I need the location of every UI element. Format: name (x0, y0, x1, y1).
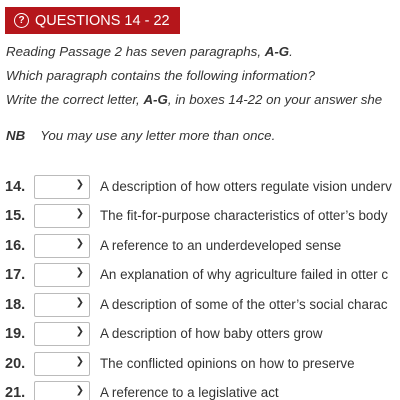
question-circle-icon: ? (14, 13, 29, 28)
chevron-down-icon: ❯ (75, 266, 84, 278)
question-number: 19. (5, 325, 26, 342)
question-number: 21. (5, 384, 26, 400)
question-row: 21. ❯ A reference to a legislative act (0, 380, 400, 400)
question-text: A description of how otters regulate vis… (100, 179, 392, 194)
instruction-line-3: Write the correct letter, A-G, in boxes … (6, 92, 383, 107)
question-number: 15. (5, 207, 26, 224)
instruction-line-1: Reading Passage 2 has seven paragraphs, … (6, 44, 293, 59)
answer-select[interactable]: ❯ (34, 292, 90, 317)
question-text: A reference to a legislative act (100, 385, 279, 400)
question-number: 20. (5, 355, 26, 372)
question-number: 14. (5, 178, 26, 195)
chevron-down-icon: ❯ (75, 384, 84, 396)
question-row: 20. ❯ The conflicted opinions on how to … (0, 351, 400, 376)
answer-select[interactable]: ❯ (34, 203, 90, 228)
question-number: 16. (5, 237, 26, 254)
question-row: 15. ❯ The fit-for-purpose characteristic… (0, 203, 400, 228)
answer-select[interactable]: ❯ (34, 174, 90, 199)
question-text: The conflicted opinions on how to preser… (100, 356, 355, 371)
question-row: 14. ❯ A description of how otters regula… (0, 174, 400, 199)
note-text: You may use any letter more than once. (40, 128, 276, 143)
question-text: A description of how baby otters grow (100, 326, 323, 341)
chevron-down-icon: ❯ (75, 325, 84, 337)
question-row: 16. ❯ A reference to an underdeveloped s… (0, 233, 400, 258)
question-row: 18. ❯ A description of some of the otter… (0, 292, 400, 317)
question-text: A reference to an underdeveloped sense (100, 238, 342, 253)
chevron-down-icon: ❯ (75, 207, 84, 219)
answer-select[interactable]: ❯ (34, 351, 90, 376)
note-label: NB (6, 128, 26, 143)
questions-header-badge: ? QUESTIONS 14 - 22 (5, 7, 180, 34)
chevron-down-icon: ❯ (75, 296, 84, 308)
question-row: 19. ❯ A description of how baby otters g… (0, 321, 400, 346)
question-text: An explanation of why agriculture failed… (100, 267, 389, 282)
chevron-down-icon: ❯ (75, 355, 84, 367)
chevron-down-icon: ❯ (75, 178, 84, 190)
instructions: Reading Passage 2 has seven paragraphs, … (6, 40, 382, 112)
question-row: 17. ❯ An explanation of why agriculture … (0, 262, 400, 287)
answer-select[interactable]: ❯ (34, 321, 90, 346)
instruction-line-2: Which paragraph contains the following i… (6, 68, 315, 83)
answer-select[interactable]: ❯ (34, 233, 90, 258)
question-text: A description of some of the otter’s soc… (100, 297, 388, 312)
question-number: 17. (5, 266, 26, 283)
answer-select[interactable]: ❯ (34, 380, 90, 400)
note: NB You may use any letter more than once. (6, 128, 275, 143)
answer-select[interactable]: ❯ (34, 262, 90, 287)
question-text: The fit-for-purpose characteristics of o… (100, 208, 388, 223)
question-number: 18. (5, 296, 26, 313)
chevron-down-icon: ❯ (75, 237, 84, 249)
questions-header-label: QUESTIONS 14 - 22 (35, 12, 170, 29)
